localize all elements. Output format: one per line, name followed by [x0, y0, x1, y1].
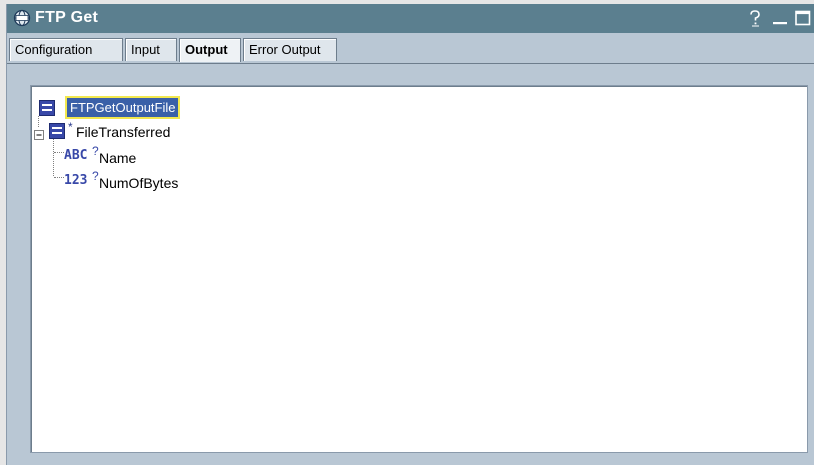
tab-input[interactable]: Input	[125, 38, 177, 61]
ftp-app-icon	[13, 9, 31, 27]
record-icon	[39, 100, 55, 121]
tree-connector	[54, 152, 64, 153]
maximize-icon[interactable]	[793, 8, 813, 28]
tree-leaf-label[interactable]: Name	[99, 150, 136, 166]
tree-connector	[54, 177, 64, 178]
string-type-icon: ABC	[64, 148, 88, 163]
record-icon	[49, 123, 65, 144]
tree-node-child-label[interactable]: FileTransferred	[76, 124, 170, 140]
title-bar[interactable]: FTP Get	[7, 4, 814, 33]
optional-marker: ?	[92, 169, 99, 183]
number-type-icon: 123	[64, 173, 88, 188]
window-title: FTP Get	[35, 9, 99, 26]
optional-marker: ?	[92, 144, 99, 158]
tab-configuration[interactable]: Configuration	[9, 38, 123, 61]
tab-bar: Configuration Input Output Error Output	[7, 38, 807, 64]
tree-node-root-label[interactable]: FTPGetOutputFile	[64, 96, 181, 119]
output-tree[interactable]: FTPGetOutputFile * FileTransferred ABC ?…	[30, 85, 808, 453]
help-icon[interactable]	[745, 8, 765, 28]
output-panel: FTPGetOutputFile * FileTransferred ABC ?…	[7, 63, 814, 460]
tab-error-output[interactable]: Error Output	[243, 38, 337, 61]
collapse-toggle-icon[interactable]	[34, 127, 44, 145]
tab-output[interactable]: Output	[179, 38, 241, 62]
minimize-icon[interactable]	[770, 8, 790, 28]
repeating-marker: *	[68, 120, 73, 134]
tree-leaf-label[interactable]: NumOfBytes	[99, 175, 178, 191]
ftp-get-window: FTP Get Configuration Input Output Error…	[6, 4, 814, 465]
